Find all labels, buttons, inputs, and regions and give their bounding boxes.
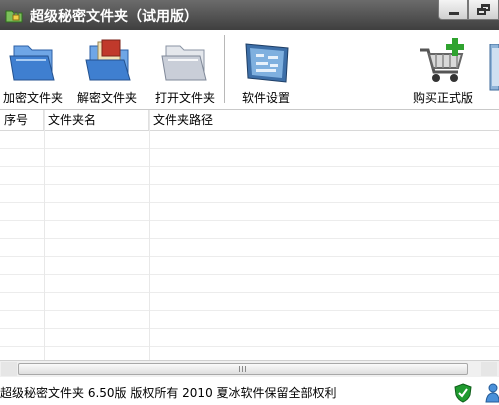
user-icon [485, 383, 499, 403]
minimize-icon [449, 12, 459, 15]
table-row[interactable] [0, 185, 499, 203]
software-settings-label: 软件设置 [241, 91, 290, 105]
decrypt-folder-icon [85, 39, 131, 81]
encrypt-folder-label: 加密文件夹 [2, 91, 63, 105]
copyright-text: 超级秘密文件夹 6.50版 版权所有 2010 夏冰软件保留全部权利 [0, 386, 337, 400]
table-row[interactable] [0, 239, 499, 257]
table-row[interactable] [0, 293, 499, 311]
open-folder-button[interactable]: 打开文件夹 [150, 30, 220, 109]
folder-lock-icon [5, 10, 23, 23]
scroll-thumb[interactable] [18, 363, 468, 375]
encrypt-folder-button[interactable]: 加密文件夹 [0, 30, 66, 109]
buy-full-version-button[interactable]: 购买正式版 [408, 30, 478, 109]
table-row[interactable] [0, 167, 499, 185]
table-row[interactable] [0, 221, 499, 239]
scroll-right-button[interactable] [481, 362, 497, 376]
shopping-cart-icon [420, 38, 464, 82]
table-row[interactable] [0, 275, 499, 293]
horizontal-scrollbar[interactable] [0, 360, 499, 377]
partial-toolbar-icon [489, 44, 499, 91]
decrypt-folder-button[interactable]: 解密文件夹 [72, 30, 142, 109]
table-row[interactable] [0, 329, 499, 347]
open-folder-icon [161, 45, 207, 81]
title-bar[interactable]: 超级秘密文件夹（试用版） [0, 0, 499, 30]
table-row[interactable] [0, 203, 499, 221]
status-bar: 超级秘密文件夹 6.50版 版权所有 2010 夏冰软件保留全部权利 [0, 378, 499, 405]
table-row[interactable] [0, 131, 499, 149]
column-header-index[interactable]: 序号 [0, 110, 44, 130]
software-settings-button[interactable]: 软件设置 [236, 30, 296, 109]
encrypt-folder-icon [9, 45, 55, 81]
table-row[interactable] [0, 257, 499, 275]
shield-check-icon [454, 383, 472, 403]
minimize-button[interactable] [438, 0, 468, 20]
table-row[interactable] [0, 311, 499, 329]
table-row[interactable] [0, 347, 499, 360]
toolbar-separator [224, 35, 225, 103]
folder-list[interactable] [0, 131, 499, 360]
scroll-left-button[interactable] [1, 362, 17, 376]
column-header-folder-name[interactable]: 文件夹名 [44, 110, 149, 130]
decrypt-folder-label: 解密文件夹 [76, 91, 137, 105]
table-row[interactable] [0, 149, 499, 167]
table-header: 序号 文件夹名 文件夹路径 [0, 110, 499, 131]
column-header-folder-path[interactable]: 文件夹路径 [149, 110, 499, 130]
restore-button[interactable] [468, 0, 499, 20]
column-divider [44, 110, 45, 360]
window-title: 超级秘密文件夹（试用版） [30, 9, 198, 25]
settings-screen-icon [245, 43, 289, 83]
buy-full-version-label: 购买正式版 [412, 91, 473, 105]
column-divider [149, 110, 150, 360]
toolbar: 加密文件夹 解密文件夹 打开文件夹 软件设置 购买正式版 [0, 30, 499, 110]
open-folder-label: 打开文件夹 [154, 91, 215, 105]
